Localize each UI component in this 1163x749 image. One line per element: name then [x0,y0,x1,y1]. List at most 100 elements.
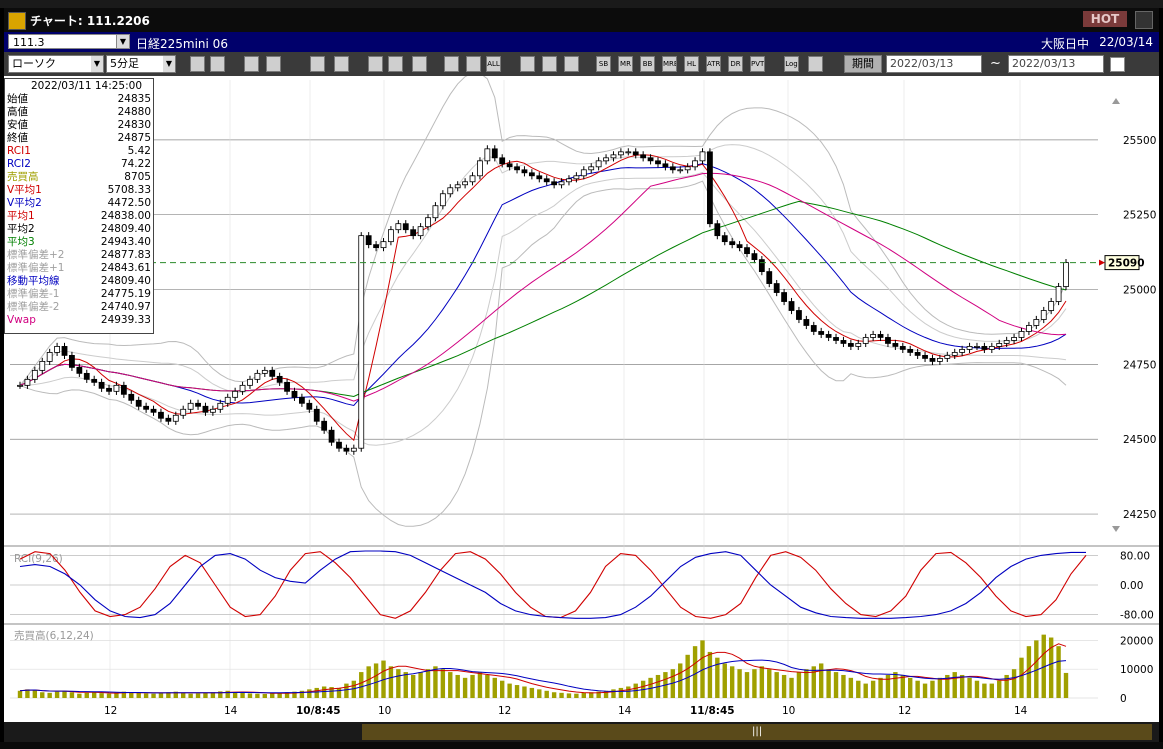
chart-area[interactable]: 24250 24500 24750 25000 25250 25500 12 14 10/8:4… [4,76,1159,722]
select-icon[interactable] [388,56,403,72]
info-label: RCI2 [7,158,31,170]
candle-body [506,163,513,168]
zoom-icon[interactable] [190,56,205,72]
chevron-down-icon[interactable]: ▼ [116,34,130,49]
candle-body [862,337,869,344]
candle-body [803,319,810,326]
close-icon[interactable] [1135,11,1153,29]
price-tick-label: 24500 [1123,434,1156,446]
candle-body [469,175,476,183]
sb-icon[interactable]: SB [596,56,611,72]
candle-icon[interactable] [444,56,459,72]
volume-bar [574,693,579,698]
candle-body [291,390,298,398]
tool-icon[interactable] [542,56,557,72]
volume-bar [804,669,809,698]
volume-bar [418,672,423,698]
candle-body [239,384,246,392]
volume-bar [566,693,572,698]
candle-body [632,151,639,156]
price-tick-label: 24750 [1123,359,1156,371]
candle-body [195,402,201,407]
candle-body [336,441,342,449]
x-tick-label: 14 [224,705,238,717]
candle-body [54,346,60,353]
bottom-frame [0,742,1163,749]
mre-icon[interactable]: MRE [662,56,677,72]
candle-body [439,193,446,207]
volume-bar [744,672,750,698]
volume-bar [707,651,713,698]
timeframe-select[interactable]: 5分足 ▼ [106,55,176,73]
option-checkbox[interactable] [1110,57,1125,72]
candle-body [432,205,439,219]
pen-icon[interactable] [368,56,383,72]
volume-bar [396,669,401,698]
compare-icon[interactable] [310,56,325,72]
candle-body [595,160,602,168]
candle-body [877,334,884,338]
candle-body [417,226,424,237]
candle-body [617,151,624,156]
candle-body [187,402,194,410]
magnify-icon[interactable] [266,56,281,72]
candle-body [988,346,995,350]
log-icon[interactable]: Log [784,56,799,72]
bb-icon[interactable]: BB [640,56,655,72]
hot-button[interactable]: HOT [1083,11,1127,27]
info-row: 移動平均線 24809.40 [7,275,151,288]
redo-icon[interactable] [412,56,427,72]
grid-icon[interactable] [334,56,349,72]
crosshair-icon[interactable] [210,56,225,72]
candle-body [840,340,847,344]
scrollbar-thumb[interactable]: ||| [362,724,1152,740]
volume-bar [752,669,757,698]
all-icon[interactable]: ALL [486,56,501,72]
price-marker-icon [1099,259,1105,266]
info-row: V平均2 4472.50 [7,197,151,210]
symbol-code-input[interactable]: 111.3 [8,34,126,49]
date-to-field[interactable]: 2022/03/13 [1008,55,1104,73]
candle-body [484,148,491,162]
settings-icon[interactable] [520,56,535,72]
cursor-icon[interactable] [244,56,259,72]
volume-bar [789,677,794,698]
candle-body [566,178,572,183]
info-value: 24740.97 [100,301,151,313]
scroll-down-icon [1112,526,1120,532]
volume-bar [826,669,831,698]
volume-bar [425,669,431,698]
mr-icon[interactable]: MR [618,56,633,72]
ra-icon[interactable]: DR [728,56,743,72]
volume-bar [499,680,505,698]
date-from-field[interactable]: 2022/03/13 [886,55,982,73]
atr-icon[interactable]: ATR [706,56,721,72]
bollinger-band [19,76,1067,386]
info-value: 24939.33 [100,314,151,326]
horizontal-scrollbar[interactable]: ||| [4,722,1159,742]
candle-body [521,169,528,174]
export-icon[interactable] [808,56,823,72]
candle-body [120,384,127,395]
chart-type-select[interactable]: ローソク ▼ [8,55,104,73]
volume-tick-label: 0 [1120,693,1127,705]
volume-bar [366,666,371,698]
candle-body [810,325,817,332]
color-icon[interactable] [564,56,579,72]
info-row: 標準偏差-1 24775.19 [7,288,151,301]
candle-body [61,346,68,356]
chart-svg[interactable]: 24250 24500 24750 25000 25250 25500 12 14 10/8:4… [4,76,1159,722]
info-row: 平均1 24838.00 [7,210,151,223]
candle-body [224,396,231,404]
pvt-icon[interactable]: PVT [750,56,765,72]
info-label: 標準偏差+2 [7,249,65,261]
candle2-icon[interactable] [466,56,481,72]
candle-body [907,349,914,353]
volume-bar [91,692,97,698]
candle-body [647,157,654,162]
candle-body [269,369,276,377]
hl-icon[interactable]: HL [684,56,699,72]
period-button[interactable]: 期間 [844,55,882,73]
info-label: 平均3 [7,236,35,248]
chart-type-value: ローソク [12,57,56,70]
